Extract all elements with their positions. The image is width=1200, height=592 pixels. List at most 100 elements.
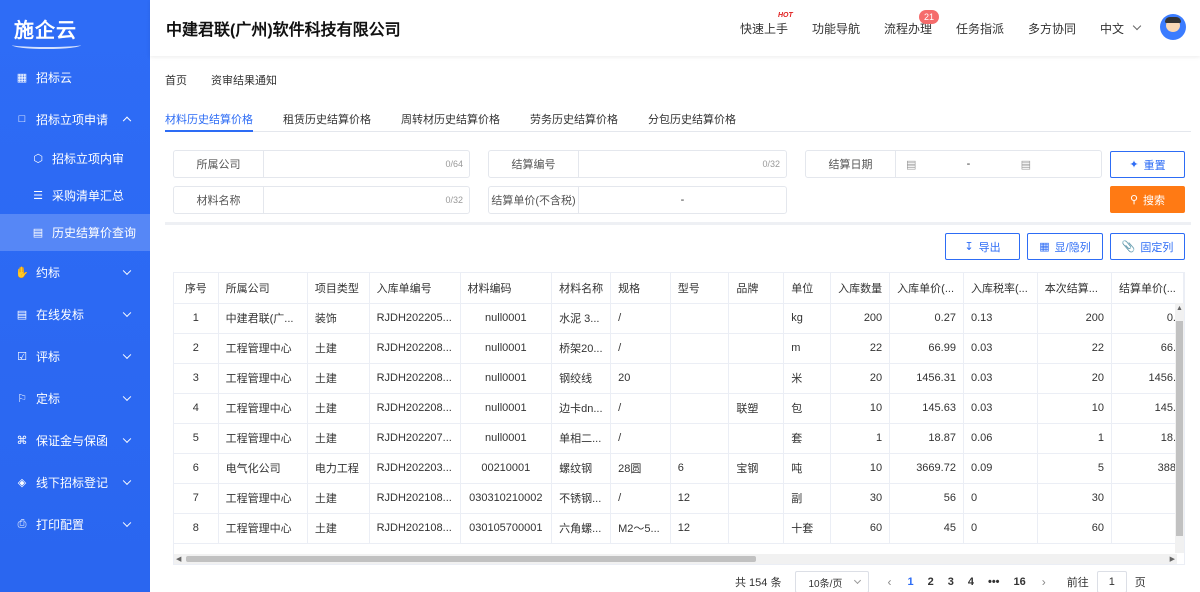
column-header[interactable]: 品牌 (728, 273, 785, 304)
table-row[interactable]: 4 工程管理中心 土建 RJDH202208... null0001 边卡dn... / 联塑… (174, 393, 1184, 424)
data-table: 序号 所属公司 项目类型 入库单编号 材料编码 材料名称 规格 型号 品牌 单位 入库数量 入库单价(… (174, 273, 1184, 544)
table-cell: RJDH202205... (369, 303, 461, 334)
column-header[interactable]: 规格 (610, 273, 671, 304)
tab-material-price[interactable]: 材料历史结算价格 (165, 104, 253, 132)
table-row[interactable]: 2 工程管理中心 土建 RJDH202208... null0001 桥架20... / m 2… (174, 333, 1184, 364)
settle-date-filter[interactable]: 结算日期 ▤ - ▤ (805, 150, 1102, 178)
column-header[interactable]: 单位 (783, 273, 832, 304)
table-row[interactable]: 1 中建君联(广... 装饰 RJDH202205... null0001 水泥 3...… (174, 303, 1184, 334)
column-header[interactable]: 结算单价(... (1111, 273, 1184, 304)
breadcrumb-home[interactable]: 首页 (165, 72, 187, 88)
company-filter[interactable]: 所属公司 0/64 (173, 150, 470, 178)
company-filter-label: 所属公司 (174, 151, 264, 177)
sidebar-item-label: 招标立项内审 (52, 152, 125, 166)
table-cell: 土建 (307, 363, 370, 394)
column-header[interactable]: 入库单价(... (889, 273, 964, 304)
header-nav-collab[interactable]: 多方协同 (1028, 0, 1076, 56)
page-number[interactable]: 16 (1014, 576, 1026, 588)
material-name-filter[interactable]: 材料名称 0/32 (173, 186, 470, 214)
page-number[interactable]: 1 (907, 576, 913, 588)
column-header[interactable]: 型号 (670, 273, 730, 304)
header-nav-quickstart[interactable]: 快速上手 HOT (740, 0, 793, 56)
column-header[interactable]: 序号 (174, 273, 219, 304)
table-cell: 0.27 (889, 303, 964, 334)
unit-price-range[interactable]: - (579, 187, 786, 213)
section-divider (165, 222, 1191, 225)
table-row[interactable]: 3 工程管理中心 土建 RJDH202208... null0001 钢绞线 20 米 20 14… (174, 363, 1184, 394)
goto-page-input[interactable]: 1 (1096, 571, 1127, 592)
list-icon: ☰ (33, 190, 43, 202)
page-number[interactable]: 2 (928, 576, 934, 588)
tab-turnover-price[interactable]: 周转材历史结算价格 (401, 104, 500, 131)
table-cell: / (610, 423, 671, 454)
table-row[interactable]: 8 工程管理中心 土建 RJDH202108... 030105700001 六角螺...… (174, 513, 1184, 544)
register-icon: ◈ (17, 476, 27, 489)
horizontal-scrollbar[interactable]: ◀ ▶ (174, 554, 1177, 564)
sidebar-item-1[interactable]: □ 招标立项申请 (0, 98, 150, 140)
company-filter-count: 0/64 (445, 159, 463, 169)
column-header[interactable]: 材料名称 (551, 273, 612, 304)
column-header[interactable]: 入库税率(... (963, 273, 1038, 304)
table-row[interactable]: 7 工程管理中心 土建 RJDH202108... 030310210002 不锈钢...… (174, 483, 1184, 514)
settle-no-filter[interactable]: 结算编号 0/32 (488, 150, 787, 178)
vertical-scrollbar[interactable]: ▲ (1175, 303, 1184, 553)
toggle-columns-button[interactable]: ▦ 显/隐列 (1027, 233, 1103, 260)
table-cell: 十套 (783, 513, 832, 544)
table-cell: null0001 (460, 363, 553, 394)
search-button[interactable]: ⚲ 搜索 (1110, 186, 1185, 213)
sidebar-item-0[interactable]: ▦ 招标云 (0, 56, 150, 98)
sidebar-item-5[interactable]: ✋ 约标 (0, 251, 150, 293)
sidebar-item-3[interactable]: ☰ 采购清单汇总 (0, 177, 150, 214)
sidebar-item-4[interactable]: ▤ 历史结算价查询 (0, 214, 150, 251)
column-header[interactable]: 所属公司 (218, 273, 308, 304)
column-header[interactable]: 入库数量 (830, 273, 891, 304)
breadcrumb-current[interactable]: 资审结果通知 (211, 72, 277, 88)
app-logo[interactable]: 施企云 (0, 0, 150, 56)
table-cell: / (610, 393, 671, 424)
breadcrumb: 首页 资审结果通知 (165, 72, 277, 88)
search-label: 搜索 (1143, 194, 1166, 207)
page-number[interactable]: 4 (968, 576, 974, 588)
reset-button[interactable]: ✦ 重置 (1110, 151, 1185, 178)
unit-price-filter[interactable]: 结算单价(不含税) - (488, 186, 787, 214)
fix-columns-button[interactable]: 📎 固定列 (1110, 233, 1185, 260)
sidebar-item-11[interactable]: ⎙ 打印配置 (0, 503, 150, 545)
settle-date-filter-label: 结算日期 (806, 151, 896, 177)
language-select[interactable]: 中文 (1100, 0, 1142, 56)
prev-page-button[interactable]: ‹ (887, 575, 891, 589)
sidebar-item-8[interactable]: ⚐ 定标 (0, 377, 150, 419)
table-cell: 00210001 (460, 453, 553, 484)
header-nav-functions[interactable]: 功能导航 (812, 0, 860, 56)
page-number[interactable]: 3 (948, 576, 954, 588)
column-header[interactable]: 材料编码 (460, 273, 553, 304)
tab-labor-price[interactable]: 劳务历史结算价格 (530, 104, 618, 131)
sidebar-item-2[interactable]: ⬡ 招标立项内审 (0, 140, 150, 177)
next-page-button[interactable]: › (1042, 575, 1046, 589)
sidebar-item-6[interactable]: ▤ 在线发标 (0, 293, 150, 335)
user-avatar[interactable] (1160, 14, 1186, 40)
sidebar-item-9[interactable]: ⌘ 保证金与保函 (0, 419, 150, 461)
tab-rental-price[interactable]: 租赁历史结算价格 (283, 104, 371, 131)
sidebar-item-7[interactable]: ☑ 评标 (0, 335, 150, 377)
scroll-left-icon[interactable]: ◀ (176, 555, 181, 563)
scroll-up-icon[interactable]: ▲ (1176, 305, 1183, 312)
scroll-right-icon[interactable]: ▶ (1170, 555, 1175, 563)
date-range[interactable]: ▤ - ▤ (896, 151, 1101, 177)
page-ellipsis[interactable]: ••• (988, 576, 1000, 588)
header-nav-workflow[interactable]: 流程办理 21 (884, 0, 939, 56)
vertical-scroll-thumb[interactable] (1176, 321, 1183, 536)
table-row[interactable]: 6 电气化公司 电力工程 RJDH202203... 00210001 螺纹钢 28圆 6 宝钢… (174, 453, 1184, 484)
header-nav-tasks[interactable]: 任务指派 (956, 0, 1004, 56)
tab-subcontract-price[interactable]: 分包历史结算价格 (648, 104, 736, 131)
material-name-filter-label: 材料名称 (174, 187, 264, 213)
column-header[interactable]: 本次结算... (1037, 273, 1113, 304)
table-row[interactable]: 5 工程管理中心 土建 RJDH202207... null0001 单相二... / 套 1 1… (174, 423, 1184, 454)
export-button[interactable]: ↧ 导出 (945, 233, 1020, 260)
table-cell: 200 (830, 303, 891, 334)
column-header[interactable]: 项目类型 (307, 273, 370, 304)
table-cell: 145. (1111, 393, 1184, 424)
sidebar-item-10[interactable]: ◈ 线下招标登记 (0, 461, 150, 503)
page-size-select[interactable]: 10条/页 (795, 571, 870, 592)
horizontal-scroll-thumb[interactable] (186, 556, 756, 562)
column-header[interactable]: 入库单编号 (369, 273, 461, 304)
